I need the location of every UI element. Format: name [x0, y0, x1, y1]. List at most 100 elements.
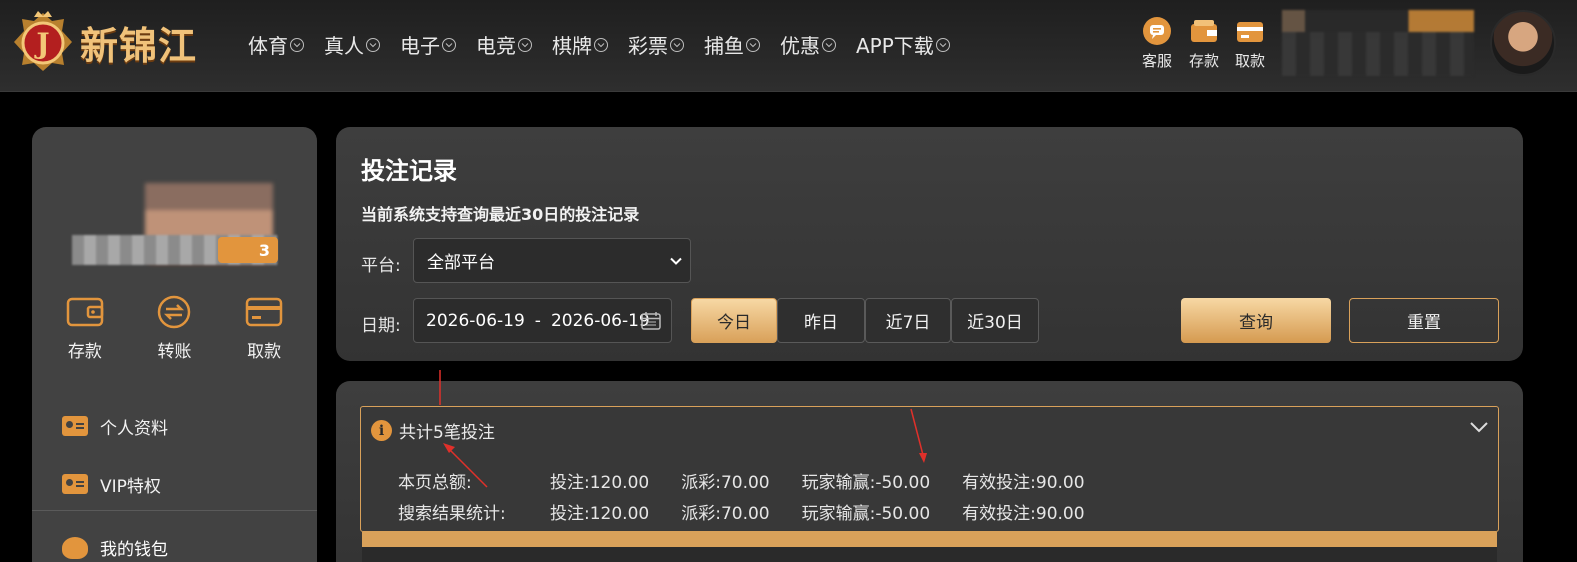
nav-label: 体育 — [248, 34, 288, 58]
chevron-down-icon — [822, 37, 836, 52]
brand-logo[interactable]: J 新锦江 — [12, 8, 217, 76]
sidebar-item-label: 个人资料 — [100, 418, 168, 439]
page-subtitle: 当前系统支持查询最近30日的投注记录 — [361, 205, 640, 224]
nav-item-esports[interactable]: 电竞 — [476, 30, 532, 59]
nav-label: 棋牌 — [552, 34, 592, 58]
chevron-down-icon — [670, 37, 684, 52]
chevron-down-icon[interactable] — [1470, 421, 1488, 433]
range-today-button[interactable]: 今日 — [691, 298, 777, 343]
sidebar-withdraw-button[interactable]: 取款 — [224, 295, 304, 362]
summary-valid-bet: 有效投注:90.00 — [962, 504, 1085, 524]
table-header-bar — [362, 532, 1497, 547]
summary-winloss: 玩家输赢:-50.00 — [801, 504, 931, 524]
nav-label: 电竞 — [476, 34, 516, 58]
summary-row-label: 搜索结果统计: — [398, 504, 506, 524]
nav-label: 捕鱼 — [704, 34, 744, 58]
user-avatar[interactable] — [1490, 10, 1556, 76]
wallet-icon — [1191, 20, 1217, 42]
quick-withdraw[interactable]: 取款 — [1227, 16, 1273, 71]
withdraw-icon — [1237, 22, 1263, 42]
nav-item-live[interactable]: 真人 — [324, 30, 380, 59]
logo-text: 新锦江 — [80, 22, 198, 68]
sidebar-item-label: VIP特权 — [100, 476, 161, 497]
top-navbar: J 新锦江 体育 真人 电子 电竞 棋牌 彩票 捕鱼 优惠 APP下载 客服 存… — [0, 0, 1577, 92]
svg-text:J: J — [33, 27, 49, 60]
date-range-picker[interactable]: 2026-06-19 - 2026-06-19 — [413, 298, 672, 343]
chevron-down-icon — [290, 37, 304, 52]
query-button[interactable]: 查询 — [1181, 298, 1331, 343]
nav-label: 彩票 — [628, 34, 668, 58]
date-start: 2026-06-19 — [426, 310, 525, 331]
quick-label: 取款 — [1234, 52, 1265, 70]
nav-item-lottery[interactable]: 彩票 — [628, 30, 684, 59]
platform-label: 平台: — [361, 256, 401, 276]
summary-payout: 派彩:70.00 — [681, 504, 770, 524]
nav-label: 真人 — [324, 34, 364, 58]
summary-bet: 投注:120.00 — [550, 473, 650, 493]
summary-payout: 派彩:70.00 — [681, 473, 770, 493]
date-separator: - — [534, 310, 541, 331]
chat-icon — [1143, 17, 1171, 45]
nav-item-promotions[interactable]: 优惠 — [780, 30, 836, 59]
transfer-icon — [158, 295, 191, 329]
quick-label: 客服 — [1141, 52, 1172, 70]
table-body-top — [362, 547, 1497, 562]
id-card-icon — [62, 416, 88, 436]
sidebar-actions: 存款 转账 取款 — [32, 295, 317, 362]
chevron-down-icon — [594, 37, 608, 52]
sidebar-menu: 个人资料 VIP特权 — [62, 397, 168, 513]
nav-label: 电子 — [400, 34, 440, 58]
sidebar-item-wallet[interactable]: 我的钱包 — [62, 535, 168, 560]
nav-item-slots[interactable]: 电子 — [400, 30, 456, 59]
sidebar-item-label: 我的钱包 — [100, 540, 168, 560]
chevron-down-icon — [746, 37, 760, 52]
quick-customer-service[interactable]: 客服 — [1134, 16, 1180, 71]
chevron-down-icon — [935, 37, 950, 52]
action-label: 取款 — [247, 342, 282, 362]
date-end: 2026-06-19 — [550, 310, 650, 331]
action-label: 转账 — [157, 342, 192, 362]
range-30days-button[interactable]: 近30日 — [951, 298, 1039, 343]
action-label: 存款 — [67, 342, 102, 362]
nav-item-app-download[interactable]: APP下载 — [856, 30, 950, 59]
summary-winloss: 玩家输赢:-50.00 — [801, 473, 931, 493]
sidebar-item-vip[interactable]: VIP特权 — [62, 455, 168, 513]
nav-item-sports[interactable]: 体育 — [248, 30, 304, 59]
summary-row-page-total: 本页总额: 投注:120.00 派彩:70.00 玩家输赢:-50.00 有效投… — [398, 468, 1117, 493]
nav-item-fishing[interactable]: 捕鱼 — [704, 30, 760, 59]
vip-level-text: 3 — [258, 240, 270, 260]
chevron-down-icon — [442, 37, 456, 52]
annotation-arrow-right — [910, 408, 927, 463]
card-icon — [245, 297, 283, 327]
sidebar-deposit-button[interactable]: 存款 — [45, 295, 125, 362]
id-card-icon — [62, 474, 88, 494]
sidebar-item-profile[interactable]: 个人资料 — [62, 397, 168, 455]
nav-label: APP下载 — [856, 34, 934, 58]
account-sidebar: 3 存款 转账 取款 个人资料 VIP特权 我的钱包 — [32, 127, 317, 562]
summary-row-search-total: 搜索结果统计: 投注:120.00 派彩:70.00 玩家输赢:-50.00 有… — [398, 499, 1117, 524]
quick-deposit[interactable]: 存款 — [1181, 16, 1227, 71]
calendar-icon — [641, 312, 661, 330]
wallet-icon — [66, 297, 104, 327]
platform-select[interactable]: 全部平台 — [413, 238, 691, 283]
piggy-bank-icon — [62, 536, 88, 559]
quick-label: 存款 — [1188, 52, 1219, 70]
chevron-down-icon — [518, 37, 532, 52]
range-yesterday-button[interactable]: 昨日 — [777, 298, 865, 343]
bet-record-filter-card: 投注记录 当前系统支持查询最近30日的投注记录 平台: 全部平台 日期: 202… — [336, 127, 1523, 361]
reset-button[interactable]: 重置 — [1349, 298, 1499, 343]
summary-valid-bet: 有效投注:90.00 — [962, 473, 1085, 493]
vip-level-badge: 3 — [218, 237, 278, 263]
chevron-down-icon — [670, 257, 682, 265]
sidebar-divider — [32, 510, 317, 511]
username-balance-redacted — [1282, 10, 1474, 76]
sidebar-transfer-button[interactable]: 转账 — [134, 295, 214, 362]
nav-label: 优惠 — [780, 34, 820, 58]
page-title: 投注记录 — [361, 157, 457, 185]
summary-bet: 投注:120.00 — [550, 504, 650, 524]
range-7days-button[interactable]: 近7日 — [865, 298, 951, 343]
chevron-down-icon — [366, 37, 380, 52]
info-icon: i — [371, 420, 392, 441]
nav-item-cards[interactable]: 棋牌 — [552, 30, 608, 59]
main-nav: 体育 真人 电子 电竞 棋牌 彩票 捕鱼 优惠 APP下载 — [248, 30, 950, 59]
